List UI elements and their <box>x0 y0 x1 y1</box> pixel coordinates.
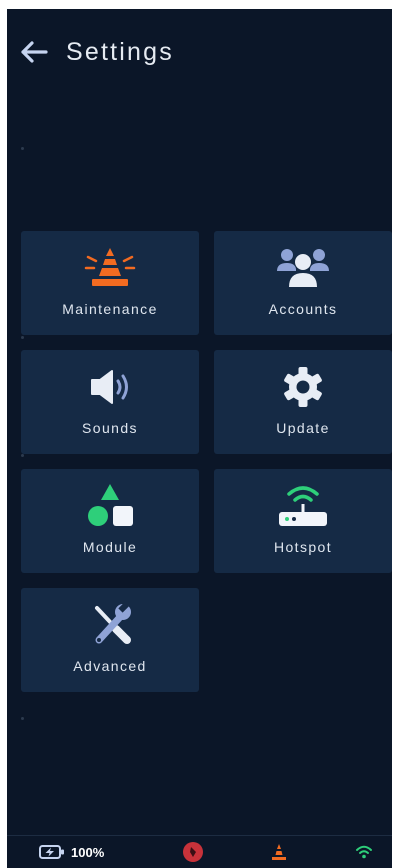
tile-accounts[interactable]: Accounts <box>214 231 392 335</box>
scroll-dot <box>21 336 24 339</box>
tile-hotspot[interactable]: Hotspot <box>214 469 392 573</box>
scroll-dot <box>21 147 24 150</box>
tile-module[interactable]: Module <box>21 469 199 573</box>
battery-status: 100% <box>39 836 104 868</box>
tile-update[interactable]: Update <box>214 350 392 454</box>
arrow-left-icon <box>21 41 48 63</box>
tile-label: Sounds <box>82 420 138 436</box>
shapes-icon <box>88 484 133 526</box>
router-wifi-icon <box>279 486 327 526</box>
status-bar: 100% <box>7 835 392 868</box>
battery-charging-icon <box>39 845 64 859</box>
tile-label: Hotspot <box>273 539 333 555</box>
compass-status[interactable] <box>182 836 204 868</box>
battery-level: 100% <box>71 844 105 860</box>
scroll-dot <box>21 454 24 457</box>
scroll-dot <box>21 717 24 720</box>
tools-icon <box>95 602 131 644</box>
cone-status[interactable] <box>271 836 287 868</box>
tile-label: Module <box>82 539 138 555</box>
tile-sounds[interactable]: Sounds <box>21 350 199 454</box>
gear-icon <box>284 367 322 407</box>
settings-screen: Settings Maintenance Accounts Sounds Upd… <box>7 9 392 868</box>
traffic-cone-icon <box>272 844 286 860</box>
back-button[interactable] <box>20 37 54 67</box>
speaker-icon <box>91 370 128 404</box>
tile-label: Accounts <box>268 301 338 317</box>
page-title: Settings <box>66 37 174 66</box>
tile-maintenance[interactable]: Maintenance <box>21 231 199 335</box>
tile-label: Advanced <box>73 658 147 674</box>
tile-advanced[interactable]: Advanced <box>21 588 199 692</box>
header: Settings <box>20 36 174 68</box>
users-icon <box>277 249 329 287</box>
compass-icon <box>183 842 203 862</box>
tile-label: Update <box>276 420 330 436</box>
wifi-status[interactable] <box>355 836 373 868</box>
traffic-cone-icon <box>84 248 136 286</box>
tile-label: Maintenance <box>62 301 158 317</box>
wifi-icon <box>356 845 372 859</box>
